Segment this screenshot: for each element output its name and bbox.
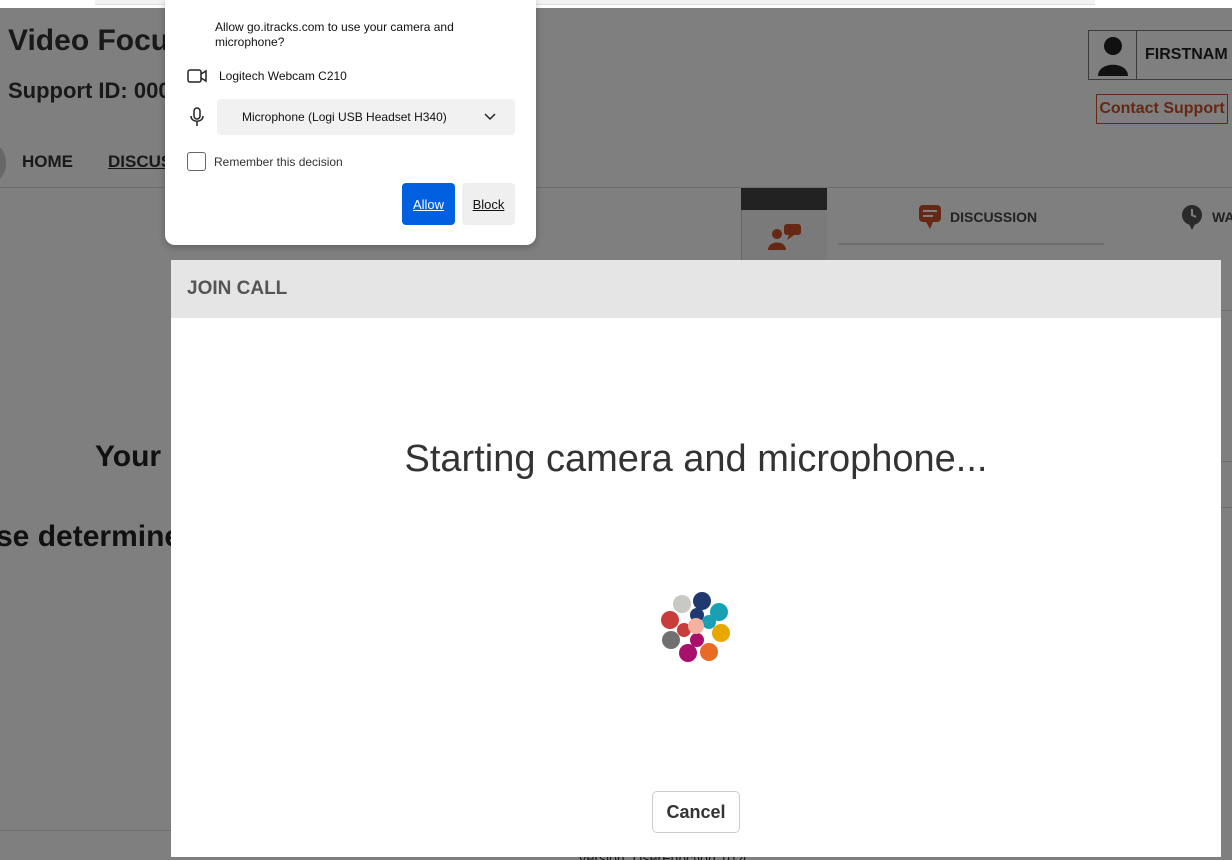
camera-name: Logitech Webcam C210	[219, 69, 347, 83]
permission-prompt: Allow go.itracks.com to use your camera …	[165, 0, 536, 245]
camera-row: Logitech Webcam C210	[187, 68, 347, 84]
loading-spinner-icon	[661, 592, 730, 662]
join-call-dialog: JOIN CALL Starting camera and microphone…	[171, 260, 1221, 857]
microphone-selected-value: Microphone (Logi USB Headset H340)	[242, 110, 447, 124]
dialog-body: Starting camera and microphone... Cancel	[171, 318, 1221, 857]
chevron-down-icon	[484, 113, 496, 121]
microphone-select[interactable]: Microphone (Logi USB Headset H340)	[217, 99, 515, 135]
remember-label: Remember this decision	[214, 154, 343, 169]
allow-button[interactable]: Allow	[402, 183, 455, 225]
dialog-title: JOIN CALL	[187, 278, 288, 299]
microphone-icon	[190, 107, 204, 126]
block-button[interactable]: Block	[462, 183, 515, 225]
cancel-button[interactable]: Cancel	[652, 791, 740, 833]
permission-title: Allow go.itracks.com to use your camera …	[215, 20, 454, 49]
remember-row: Remember this decision	[187, 152, 343, 171]
camera-icon	[187, 69, 207, 83]
remember-checkbox[interactable]	[187, 152, 206, 171]
dialog-header: JOIN CALL	[171, 260, 1221, 318]
status-message: Starting camera and microphone...	[404, 438, 988, 480]
